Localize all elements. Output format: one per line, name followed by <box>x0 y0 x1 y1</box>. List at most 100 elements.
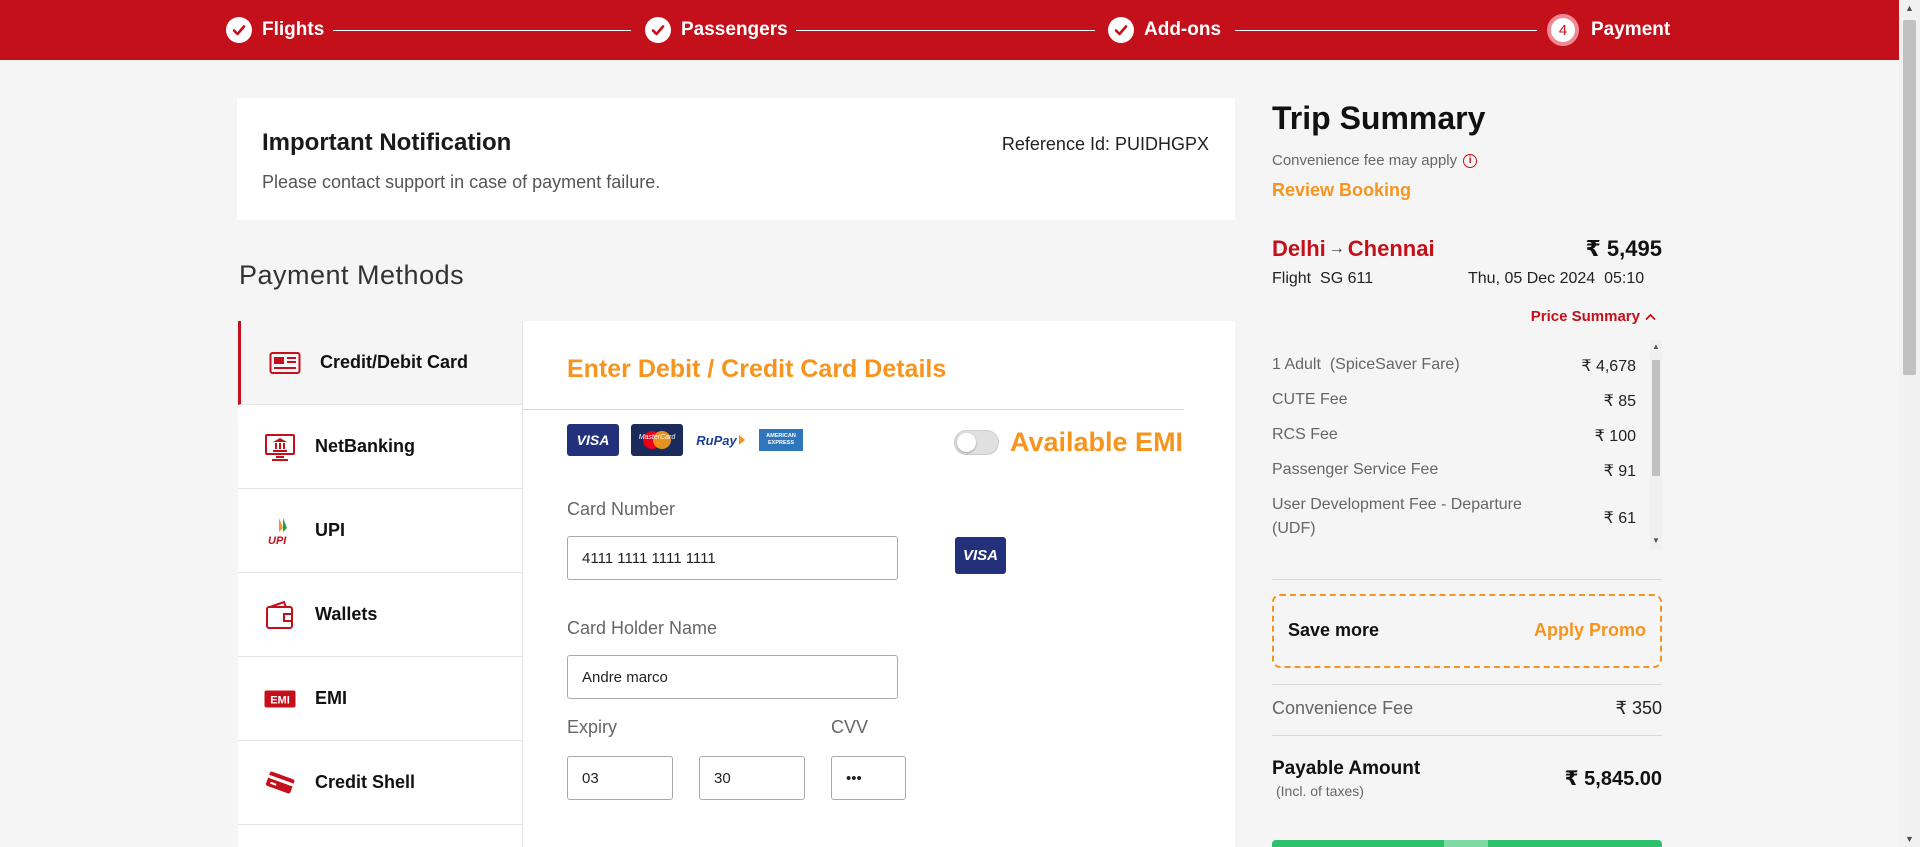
fee-row: User Development Fee - Departure ₹ 61 <box>1272 496 1636 527</box>
credit-shell-icon <box>263 768 297 798</box>
card-brand-logos: VISA MasterCard RuPay AMERICAN EXPRESS <box>567 424 815 456</box>
scroll-up-icon[interactable]: ▲ <box>1905 3 1914 13</box>
price-summary-label: Price Summary <box>1530 308 1640 325</box>
amex-logo-icon: AMERICAN EXPRESS <box>759 429 803 451</box>
method-label: Credit Shell <box>315 772 416 792</box>
fee-row: CUTE Fee ₹ 85 <box>1272 391 1636 410</box>
emi-switch[interactable] <box>954 430 999 455</box>
flight-route: Delhi → Chennai <box>1272 236 1435 262</box>
step-flights[interactable]: Flights <box>226 0 324 60</box>
fee-value: ₹ 85 <box>1603 393 1636 410</box>
divider <box>1272 684 1662 685</box>
method-emi[interactable]: EMI EMI <box>238 657 522 741</box>
page-scrollbar[interactable]: ▲ ▼ <box>1899 0 1920 847</box>
card-form-title: Enter Debit / Credit Card Details <box>567 355 947 383</box>
step-label: Flights <box>262 19 325 40</box>
scrollbar-thumb[interactable] <box>1652 360 1660 476</box>
fee-row-continued: (UDF) <box>1272 520 1636 538</box>
fee-breakdown-list[interactable]: 1 Adult (SpiceSaver Fare) ₹ 4,678 CUTE F… <box>1272 340 1662 550</box>
divider <box>1272 579 1662 580</box>
fee-row: RCS Fee ₹ 100 <box>1272 426 1636 445</box>
payable-amount-label: Payable Amount <box>1272 758 1421 779</box>
method-label: Credit/Debit Card <box>320 352 469 372</box>
fee-label: 1 Adult (SpiceSaver Fare) <box>1272 356 1460 373</box>
proceed-to-pay-button[interactable] <box>1272 840 1662 847</box>
payment-methods-heading: Payment Methods <box>239 260 465 290</box>
method-label: Wallets <box>315 604 378 624</box>
scroll-up-icon[interactable]: ▲ <box>1652 342 1660 351</box>
scroll-down-icon[interactable]: ▼ <box>1652 536 1660 545</box>
card-holder-input[interactable] <box>567 655 898 699</box>
expiry-month-input[interactable] <box>567 756 673 800</box>
rupay-logo-icon: RuPay <box>695 424 747 456</box>
booking-progress-bar: Flights Passengers Add-ons 4 Payment <box>0 0 1920 60</box>
route-price: ₹ 5,495 <box>1585 236 1662 261</box>
convenience-note: Convenience fee may apply i <box>1272 152 1478 169</box>
check-icon <box>645 17 671 43</box>
bank-icon <box>263 432 297 462</box>
fee-label: Passenger Service Fee <box>1272 461 1439 478</box>
scroll-down-icon[interactable]: ▼ <box>1905 834 1914 844</box>
fee-label: RCS Fee <box>1272 426 1338 443</box>
flight-number: Flight SG 611 <box>1272 270 1374 287</box>
fee-value: ₹ 91 <box>1603 463 1636 480</box>
emi-label: Available EMI <box>1010 427 1184 457</box>
visa-logo-icon: VISA <box>567 424 619 456</box>
chevron-up-icon <box>1645 310 1656 324</box>
step-payment: 4 Payment <box>1547 0 1670 60</box>
step-connector <box>1235 30 1537 31</box>
mastercard-logo-icon: MasterCard <box>631 424 683 456</box>
fee-label: (UDF) <box>1272 520 1316 537</box>
emi-icon: EMI <box>263 684 297 714</box>
notification-title: Important Notification <box>262 129 512 156</box>
detected-visa-icon: VISA <box>955 537 1006 574</box>
method-credit-debit-card[interactable]: Credit/Debit Card <box>238 321 522 405</box>
payment-method-list: Credit/Debit Card NetBanking UPI UPI Wal… <box>238 321 523 847</box>
method-netbanking[interactable]: NetBanking <box>238 405 522 489</box>
card-holder-label: Card Holder Name <box>567 618 718 638</box>
scrollbar-thumb[interactable] <box>1903 20 1916 375</box>
step-label: Add-ons <box>1144 19 1222 40</box>
svg-text:EMI: EMI <box>270 694 290 706</box>
promo-box: Save more Apply Promo <box>1272 594 1662 668</box>
price-summary-toggle[interactable]: Price Summary <box>1531 308 1656 325</box>
step-addons[interactable]: Add-ons <box>1108 0 1221 60</box>
step-connector <box>333 30 631 31</box>
info-icon[interactable]: i <box>1463 153 1478 168</box>
card-number-label: Card Number <box>567 499 676 519</box>
review-booking-link[interactable]: Review Booking <box>1272 180 1411 201</box>
cvv-input[interactable] <box>831 756 906 800</box>
method-credit-shell[interactable]: Credit Shell <box>238 741 522 825</box>
step-label: Passengers <box>681 19 788 40</box>
method-wallets[interactable]: Wallets <box>238 573 522 657</box>
fee-row: Passenger Service Fee ₹ 91 <box>1272 461 1636 480</box>
step-connector <box>796 30 1095 31</box>
payable-amount-note: (Incl. of taxes) <box>1276 783 1364 799</box>
available-emi-toggle[interactable]: Available EMI <box>954 427 1183 458</box>
credit-card-icon <box>268 348 302 378</box>
svg-text:UPI: UPI <box>268 535 287 546</box>
important-notification-card: Important Notification Reference Id: PUI… <box>237 98 1235 220</box>
card-number-input[interactable] <box>567 536 898 580</box>
trip-summary-title: Trip Summary <box>1272 100 1486 136</box>
apply-promo-button[interactable]: Apply Promo <box>1534 620 1646 641</box>
destination-city: Chennai <box>1347 236 1435 261</box>
expiry-label: Expiry <box>567 717 618 737</box>
method-label: EMI <box>315 688 348 708</box>
check-icon <box>1108 17 1134 43</box>
convenience-fee-value: ₹ 350 <box>1615 698 1663 718</box>
method-upi[interactable]: UPI UPI <box>238 489 522 573</box>
step-number: 4 <box>1547 14 1579 46</box>
payable-amount-value: ₹ 5,845.00 <box>1564 768 1662 790</box>
notification-message: Please contact support in case of paymen… <box>262 172 661 192</box>
flight-date: Thu, 05 Dec 2024 05:10 <box>1468 270 1645 287</box>
fee-list-scrollbar[interactable]: ▲ ▼ <box>1650 340 1662 550</box>
save-more-text: Save more <box>1288 620 1380 640</box>
step-label: Payment <box>1591 19 1671 40</box>
expiry-year-input[interactable] <box>699 756 805 800</box>
method-label: UPI <box>315 520 346 540</box>
fee-label: CUTE Fee <box>1272 391 1348 408</box>
divider <box>1272 735 1662 736</box>
step-passengers[interactable]: Passengers <box>645 0 788 60</box>
reference-id: Reference Id: PUIDHGPX <box>1001 134 1209 154</box>
